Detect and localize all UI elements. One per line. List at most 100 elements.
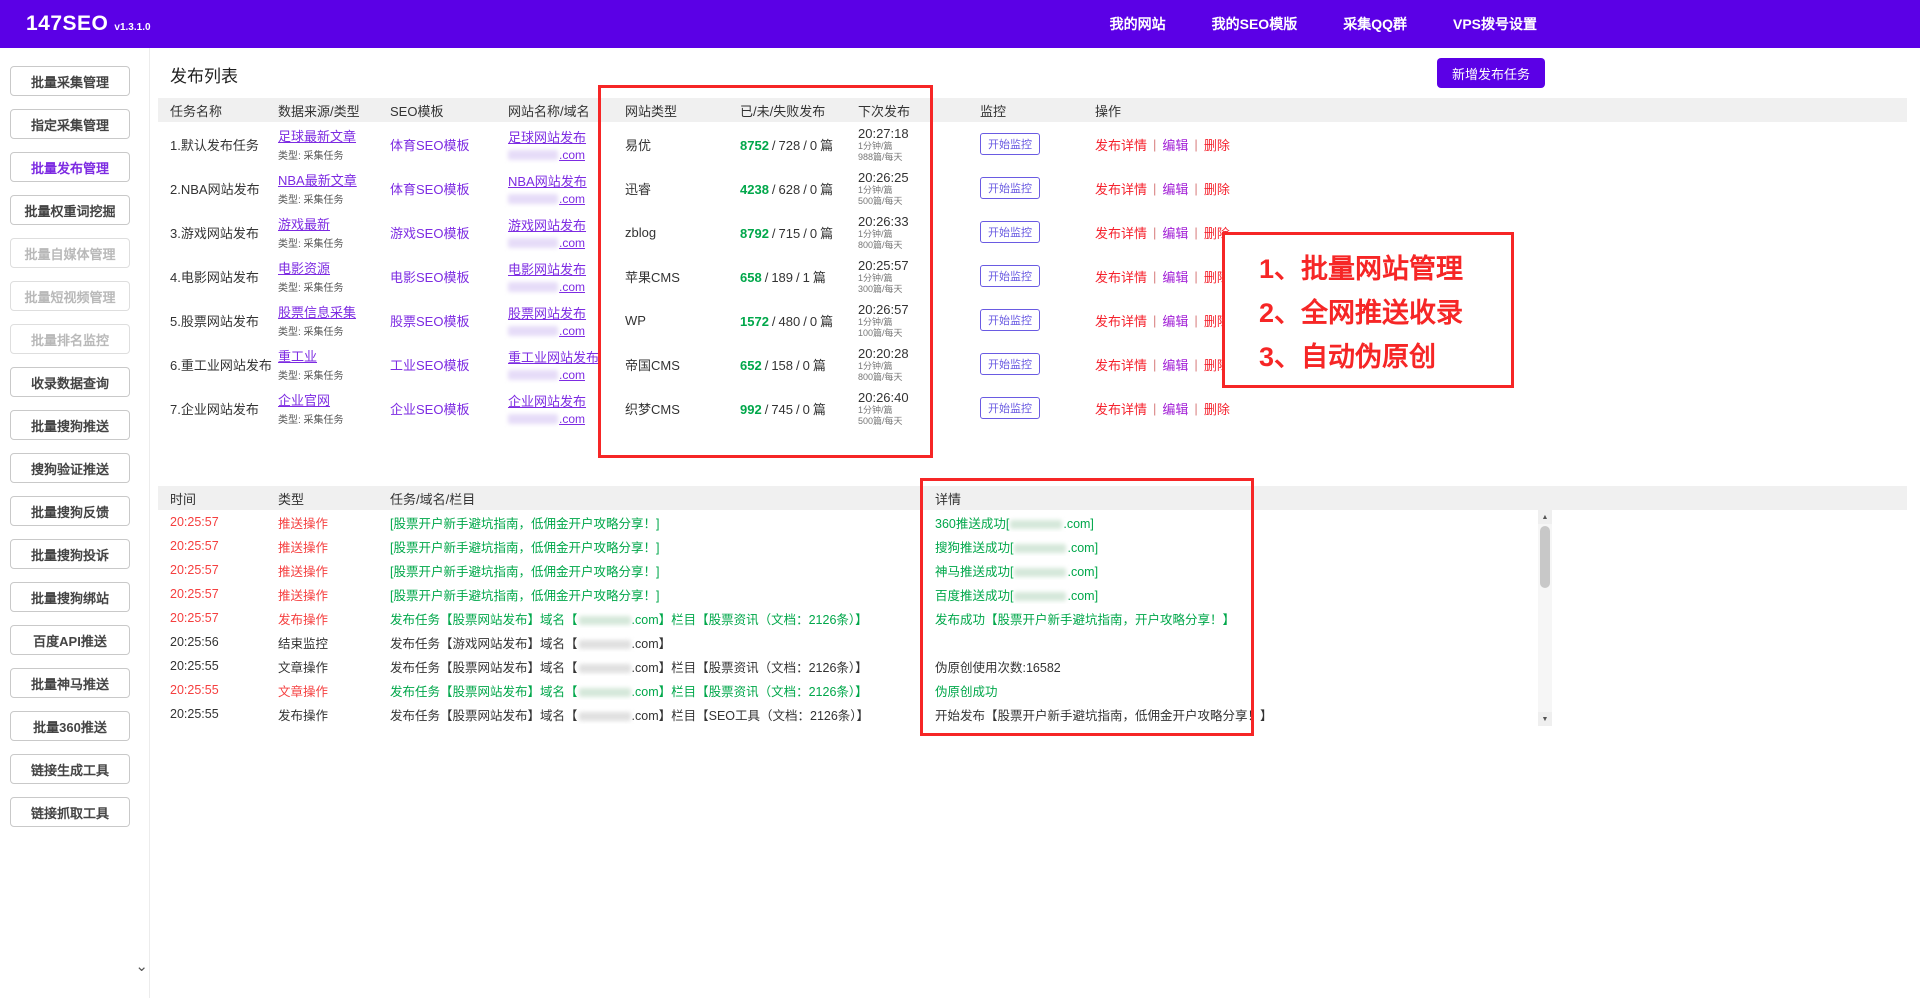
row-actions: 发布详情 | 编辑 | 删除 [1095,223,1907,242]
top-nav-item[interactable]: 我的SEO模版 [1212,14,1298,34]
log-detail: 伪原创使用次数:16582 [935,657,1538,676]
sidebar-item[interactable]: 链接抓取工具 [10,797,130,827]
edit-link[interactable]: 编辑 [1162,179,1188,198]
log-task-suffix: .com】栏目【股票资讯（文档：2126条）】 [632,661,868,675]
sidebar-item[interactable]: 批量搜狗推送 [10,410,130,440]
site-name-link[interactable]: 足球网站发布 [508,130,586,145]
sidebar-item[interactable]: 搜狗验证推送 [10,453,130,483]
pending-count: 745 [771,402,793,417]
delete-link[interactable]: 删除 [1204,311,1230,330]
sidebar-item[interactable]: 批量排名监控 [10,324,130,354]
delete-link[interactable]: 删除 [1204,135,1230,154]
seo-template-link[interactable]: 体育SEO模板 [390,182,469,197]
data-source-link[interactable]: 企业官网 [278,393,330,408]
start-monitor-button[interactable]: 开始监控 [980,353,1040,375]
sidebar-item[interactable]: 批量权重词挖掘 [10,195,130,225]
seo-template-link[interactable]: 游戏SEO模板 [390,226,469,241]
publish-rate: 1分钟/篇 [858,361,980,372]
start-monitor-button[interactable]: 开始监控 [980,397,1040,419]
task-type-label: 类型: 采集任务 [278,191,390,206]
log-row: 20:25:55 文章操作 发布任务【股票网站发布】域名【.com】栏目【股票资… [158,678,1538,702]
publish-detail-link[interactable]: 发布详情 [1095,135,1147,154]
edit-link[interactable]: 编辑 [1162,355,1188,374]
sidebar-item[interactable]: 批量短视频管理 [10,281,130,311]
scroll-thumb[interactable] [1540,526,1550,588]
sidebar-item[interactable]: 批量搜狗绑站 [10,582,130,612]
seo-template-link[interactable]: 工业SEO模板 [390,358,469,373]
sidebar-item[interactable]: 百度API推送 [10,625,130,655]
data-source-link[interactable]: 足球最新文章 [278,129,356,144]
redacted-domain [1010,520,1062,529]
cms-type: 迅睿 [625,179,740,198]
edit-link[interactable]: 编辑 [1162,267,1188,286]
publish-detail-link[interactable]: 发布详情 [1095,355,1147,374]
delete-link[interactable]: 删除 [1204,399,1230,418]
delete-link[interactable]: 删除 [1204,355,1230,374]
start-monitor-button[interactable]: 开始监控 [980,133,1040,155]
seo-template-link[interactable]: 电影SEO模板 [390,270,469,285]
delete-link[interactable]: 删除 [1204,179,1230,198]
sidebar-item[interactable]: 批量发布管理 [10,152,130,182]
publish-detail-link[interactable]: 发布详情 [1095,179,1147,198]
top-nav-item[interactable]: 采集QQ群 [1343,14,1407,34]
scroll-down-icon[interactable]: ▼ [1538,712,1552,726]
publish-stats: 1572/480/0篇 [740,311,858,330]
data-source-link[interactable]: 重工业 [278,349,317,364]
log-table-header: 时间 类型 任务/域名/栏目 详情 [158,486,1907,510]
site-cell: 企业网站发布 .com [508,391,625,426]
delete-link[interactable]: 删除 [1204,223,1230,242]
edit-link[interactable]: 编辑 [1162,223,1188,242]
seo-template-link[interactable]: 股票SEO模板 [390,314,469,329]
publish-detail-link[interactable]: 发布详情 [1095,311,1147,330]
start-monitor-button[interactable]: 开始监控 [980,309,1040,331]
data-source-link[interactable]: 电影资源 [278,261,330,276]
delete-link[interactable]: 删除 [1204,267,1230,286]
site-name-link[interactable]: 企业网站发布 [508,394,586,409]
site-name-link[interactable]: 重工业网站发布 [508,350,599,365]
start-monitor-button[interactable]: 开始监控 [980,177,1040,199]
data-source-link[interactable]: NBA最新文章 [278,173,357,188]
scroll-up-icon[interactable]: ▲ [1538,510,1552,524]
seo-template-link[interactable]: 体育SEO模板 [390,138,469,153]
sidebar-item[interactable]: 批量搜狗投诉 [10,539,130,569]
edit-link[interactable]: 编辑 [1162,311,1188,330]
sidebar-item[interactable]: 批量自媒体管理 [10,238,130,268]
edit-link[interactable]: 编辑 [1162,399,1188,418]
publish-detail-link[interactable]: 发布详情 [1095,399,1147,418]
task-name: 3.游戏网站发布 [170,223,278,242]
site-domain: .com [508,148,625,162]
top-nav-item[interactable]: 我的网站 [1110,14,1166,34]
data-source-link[interactable]: 游戏最新 [278,217,330,232]
top-nav-item[interactable]: VPS拨号设置 [1453,14,1537,34]
publish-detail-link[interactable]: 发布详情 [1095,267,1147,286]
log-task: 发布任务【股票网站发布】域名【.com】栏目【SEO工具（文档：2126条）】 [390,705,935,724]
next-publish-time: 20:25:57 [858,258,980,273]
site-name-link[interactable]: 股票网站发布 [508,306,586,321]
sidebar-item[interactable]: 批量神马推送 [10,668,130,698]
sidebar-item[interactable]: 批量360推送 [10,711,130,741]
log-scrollbar[interactable]: ▲ ▼ [1538,510,1552,726]
seo-template-link[interactable]: 企业SEO模板 [390,402,469,417]
site-cell: 电影网站发布 .com [508,259,625,294]
start-monitor-button[interactable]: 开始监控 [980,221,1040,243]
sidebar-item[interactable]: 链接生成工具 [10,754,130,784]
site-name-link[interactable]: 电影网站发布 [508,262,586,277]
site-name-link[interactable]: 游戏网站发布 [508,218,586,233]
publish-detail-link[interactable]: 发布详情 [1095,223,1147,242]
edit-link[interactable]: 编辑 [1162,135,1188,154]
log-detail: 神马推送成功[.com] [935,561,1538,580]
sidebar-item[interactable]: 批量采集管理 [10,66,130,96]
unit-label: 篇 [820,226,833,241]
site-name-link[interactable]: NBA网站发布 [508,174,587,189]
sidebar-item[interactable]: 批量搜狗反馈 [10,496,130,526]
published-count: 992 [740,402,762,417]
redacted-domain [579,640,631,649]
log-row: 20:25:56 结束监控 发布任务【游戏网站发布】域名【.com】 [158,630,1538,654]
start-monitor-button[interactable]: 开始监控 [980,265,1040,287]
sidebar-scroll-down-icon[interactable]: ⌄ [135,962,148,972]
task-type-label: 类型: 采集任务 [278,367,390,382]
data-source-link[interactable]: 股票信息采集 [278,305,356,320]
sidebar-item[interactable]: 指定采集管理 [10,109,130,139]
sidebar-item[interactable]: 收录数据查询 [10,367,130,397]
add-publish-task-button[interactable]: 新增发布任务 [1437,58,1545,88]
